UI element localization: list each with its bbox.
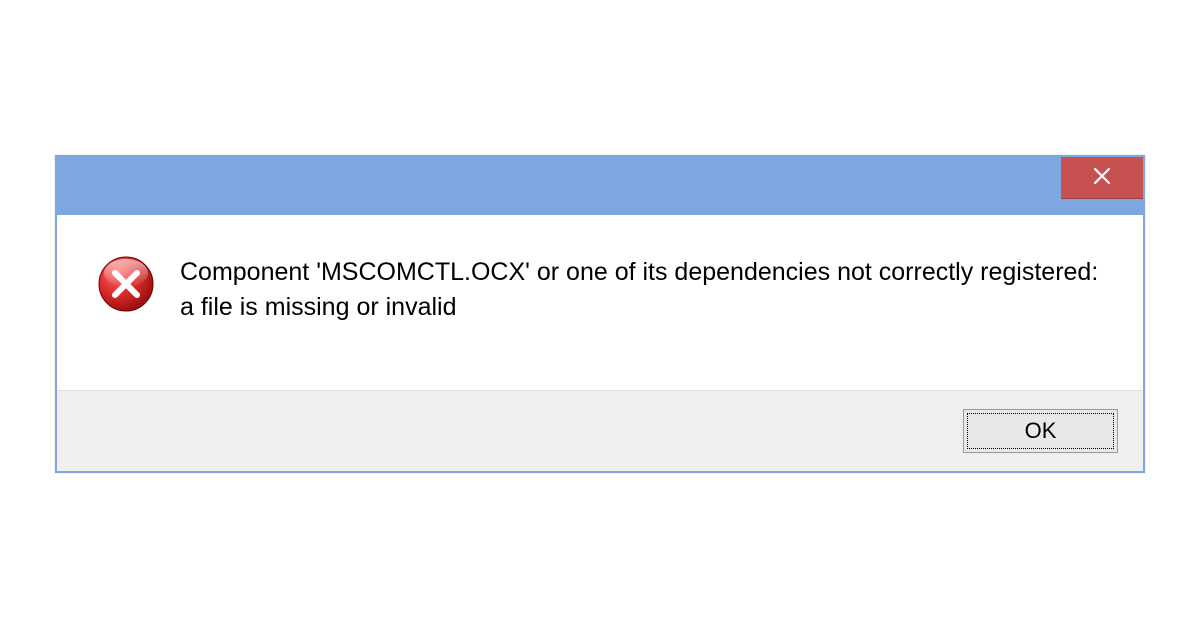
error-message: Component 'MSCOMCTL.OCX' or one of its d…	[180, 250, 1103, 325]
button-area: OK	[57, 390, 1143, 471]
close-button[interactable]	[1061, 157, 1143, 199]
ok-button[interactable]: OK	[963, 409, 1118, 453]
error-icon-wrapper	[97, 250, 155, 318]
close-icon	[1092, 166, 1112, 189]
error-icon	[97, 300, 155, 317]
dialog-content: Component 'MSCOMCTL.OCX' or one of its d…	[57, 215, 1143, 390]
error-dialog: Component 'MSCOMCTL.OCX' or one of its d…	[55, 155, 1145, 473]
titlebar	[57, 157, 1143, 215]
